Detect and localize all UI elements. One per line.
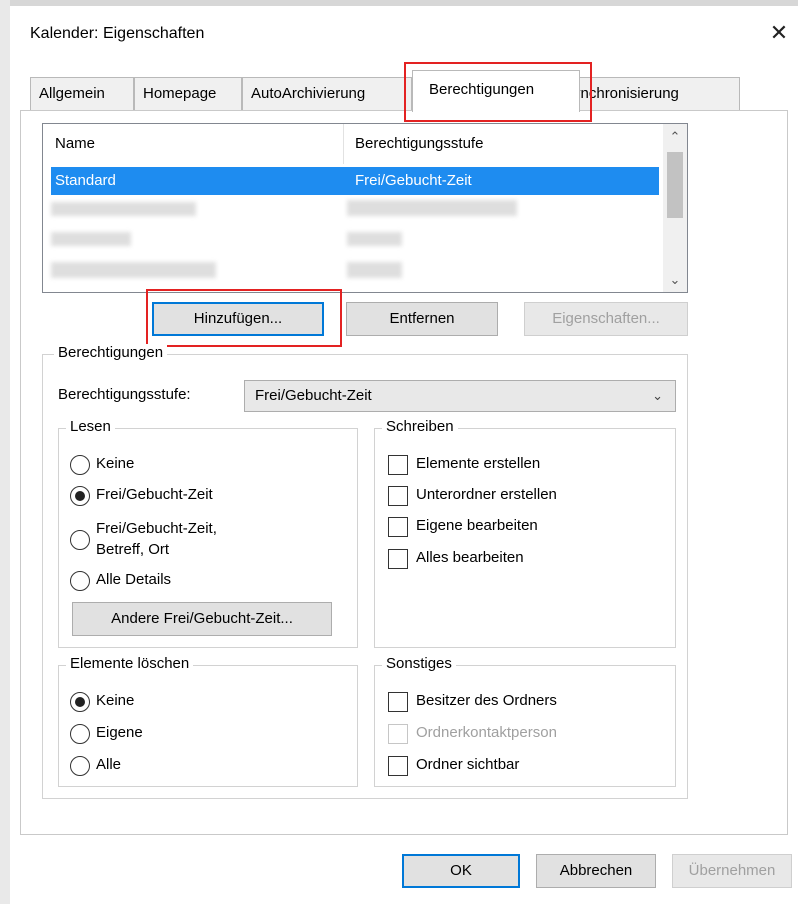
write-create-items-label[interactable]: Elemente erstellen [416,455,540,472]
folder-visible-label[interactable]: Ordner sichtbar [416,756,519,773]
folder-owner-checkbox[interactable] [388,692,408,712]
other-group-label: Sonstiges [382,655,456,672]
list-row-blurred-level [347,262,402,278]
scrollbar-thumb[interactable] [667,152,683,218]
delete-group-label: Elemente löschen [66,655,194,672]
tab-autoarchivierung[interactable]: AutoArchivierung [242,77,412,111]
delete-all-label[interactable]: Alle [96,756,121,773]
chevron-down-icon[interactable]: ⌄ [665,270,685,290]
delete-none-radio[interactable] [70,692,90,712]
delete-all-radio[interactable] [70,756,90,776]
list-row-blurred[interactable] [51,262,216,278]
write-edit-own-label[interactable]: Eigene bearbeiten [416,517,538,534]
read-freebusy-radio[interactable] [70,486,90,506]
tab-synchronisierung[interactable]: Synchronisierung [566,77,740,111]
read-all-details-radio[interactable] [70,571,90,591]
delete-own-label[interactable]: Eigene [96,724,143,741]
level-select[interactable]: Frei/Gebucht-Zeit ⌄ [244,380,676,412]
write-group-label: Schreiben [382,418,458,435]
chevron-down-icon: ⌄ [652,388,663,403]
permissions-group-label: Berechtigungen [54,344,168,361]
properties-button[interactable]: Eigenschaften... [524,302,688,336]
column-header-name[interactable]: Name [55,135,95,152]
permissions-list[interactable]: Name Berechtigungsstufe Standard Frei/Ge… [42,123,688,293]
other-freebusy-button[interactable]: Andere Frei/Gebucht-Zeit... [72,602,332,636]
list-row-blurred-level [347,232,402,246]
read-group-label: Lesen [66,418,115,435]
write-create-items-checkbox[interactable] [388,455,408,475]
delete-own-radio[interactable] [70,724,90,744]
tab-homepage[interactable]: Homepage [134,77,242,111]
folder-visible-checkbox[interactable] [388,756,408,776]
row-name: Standard [55,172,116,189]
remove-button[interactable]: Entfernen [346,302,498,336]
read-all-details-label[interactable]: Alle Details [96,571,171,588]
tab-highlight-frame [404,62,592,122]
tab-allgemein[interactable]: Allgemein [30,77,134,111]
folder-contact-checkbox[interactable] [388,724,408,744]
delete-none-label[interactable]: Keine [96,692,134,709]
read-freebusy-subject-label-line2[interactable]: Betreff, Ort [96,541,169,558]
window-left-border [0,0,10,904]
list-row-blurred[interactable] [51,202,196,216]
ok-button[interactable]: OK [402,854,520,888]
list-row-blurred-level [347,200,517,216]
write-edit-all-checkbox[interactable] [388,549,408,569]
list-row-blurred[interactable] [51,232,131,246]
folder-contact-label: Ordnerkontaktperson [416,724,557,741]
cancel-button[interactable]: Abbrechen [536,854,656,888]
read-freebusy-subject-label-line1[interactable]: Frei/Gebucht-Zeit, [96,520,217,537]
apply-button[interactable]: Übernehmen [672,854,792,888]
read-none-radio[interactable] [70,455,90,475]
column-header-level[interactable]: Berechtigungsstufe [355,135,483,152]
write-create-subfolders-label[interactable]: Unterordner erstellen [416,486,557,503]
window-top-border [0,0,798,6]
list-row-selected[interactable]: Standard Frei/Gebucht-Zeit [51,167,659,195]
level-label: Berechtigungsstufe: [58,386,191,403]
row-level: Frei/Gebucht-Zeit [355,172,472,189]
write-edit-all-label[interactable]: Alles bearbeiten [416,549,524,566]
list-scrollbar[interactable]: ⌃ ⌄ [663,124,687,292]
list-header: Name Berechtigungsstufe [43,124,663,164]
close-icon[interactable]: ✕ [766,20,792,46]
read-freebusy-subject-radio[interactable] [70,530,90,550]
level-select-value: Frei/Gebucht-Zeit [255,387,372,404]
add-button-highlight-frame [146,289,342,347]
column-separator [343,124,344,164]
read-freebusy-label[interactable]: Frei/Gebucht-Zeit [96,486,213,503]
window-title: Kalender: Eigenschaften [30,25,205,42]
write-create-subfolders-checkbox[interactable] [388,486,408,506]
write-edit-own-checkbox[interactable] [388,517,408,537]
folder-owner-label[interactable]: Besitzer des Ordners [416,692,557,709]
read-none-label[interactable]: Keine [96,455,134,472]
chevron-up-icon[interactable]: ⌃ [665,127,685,147]
